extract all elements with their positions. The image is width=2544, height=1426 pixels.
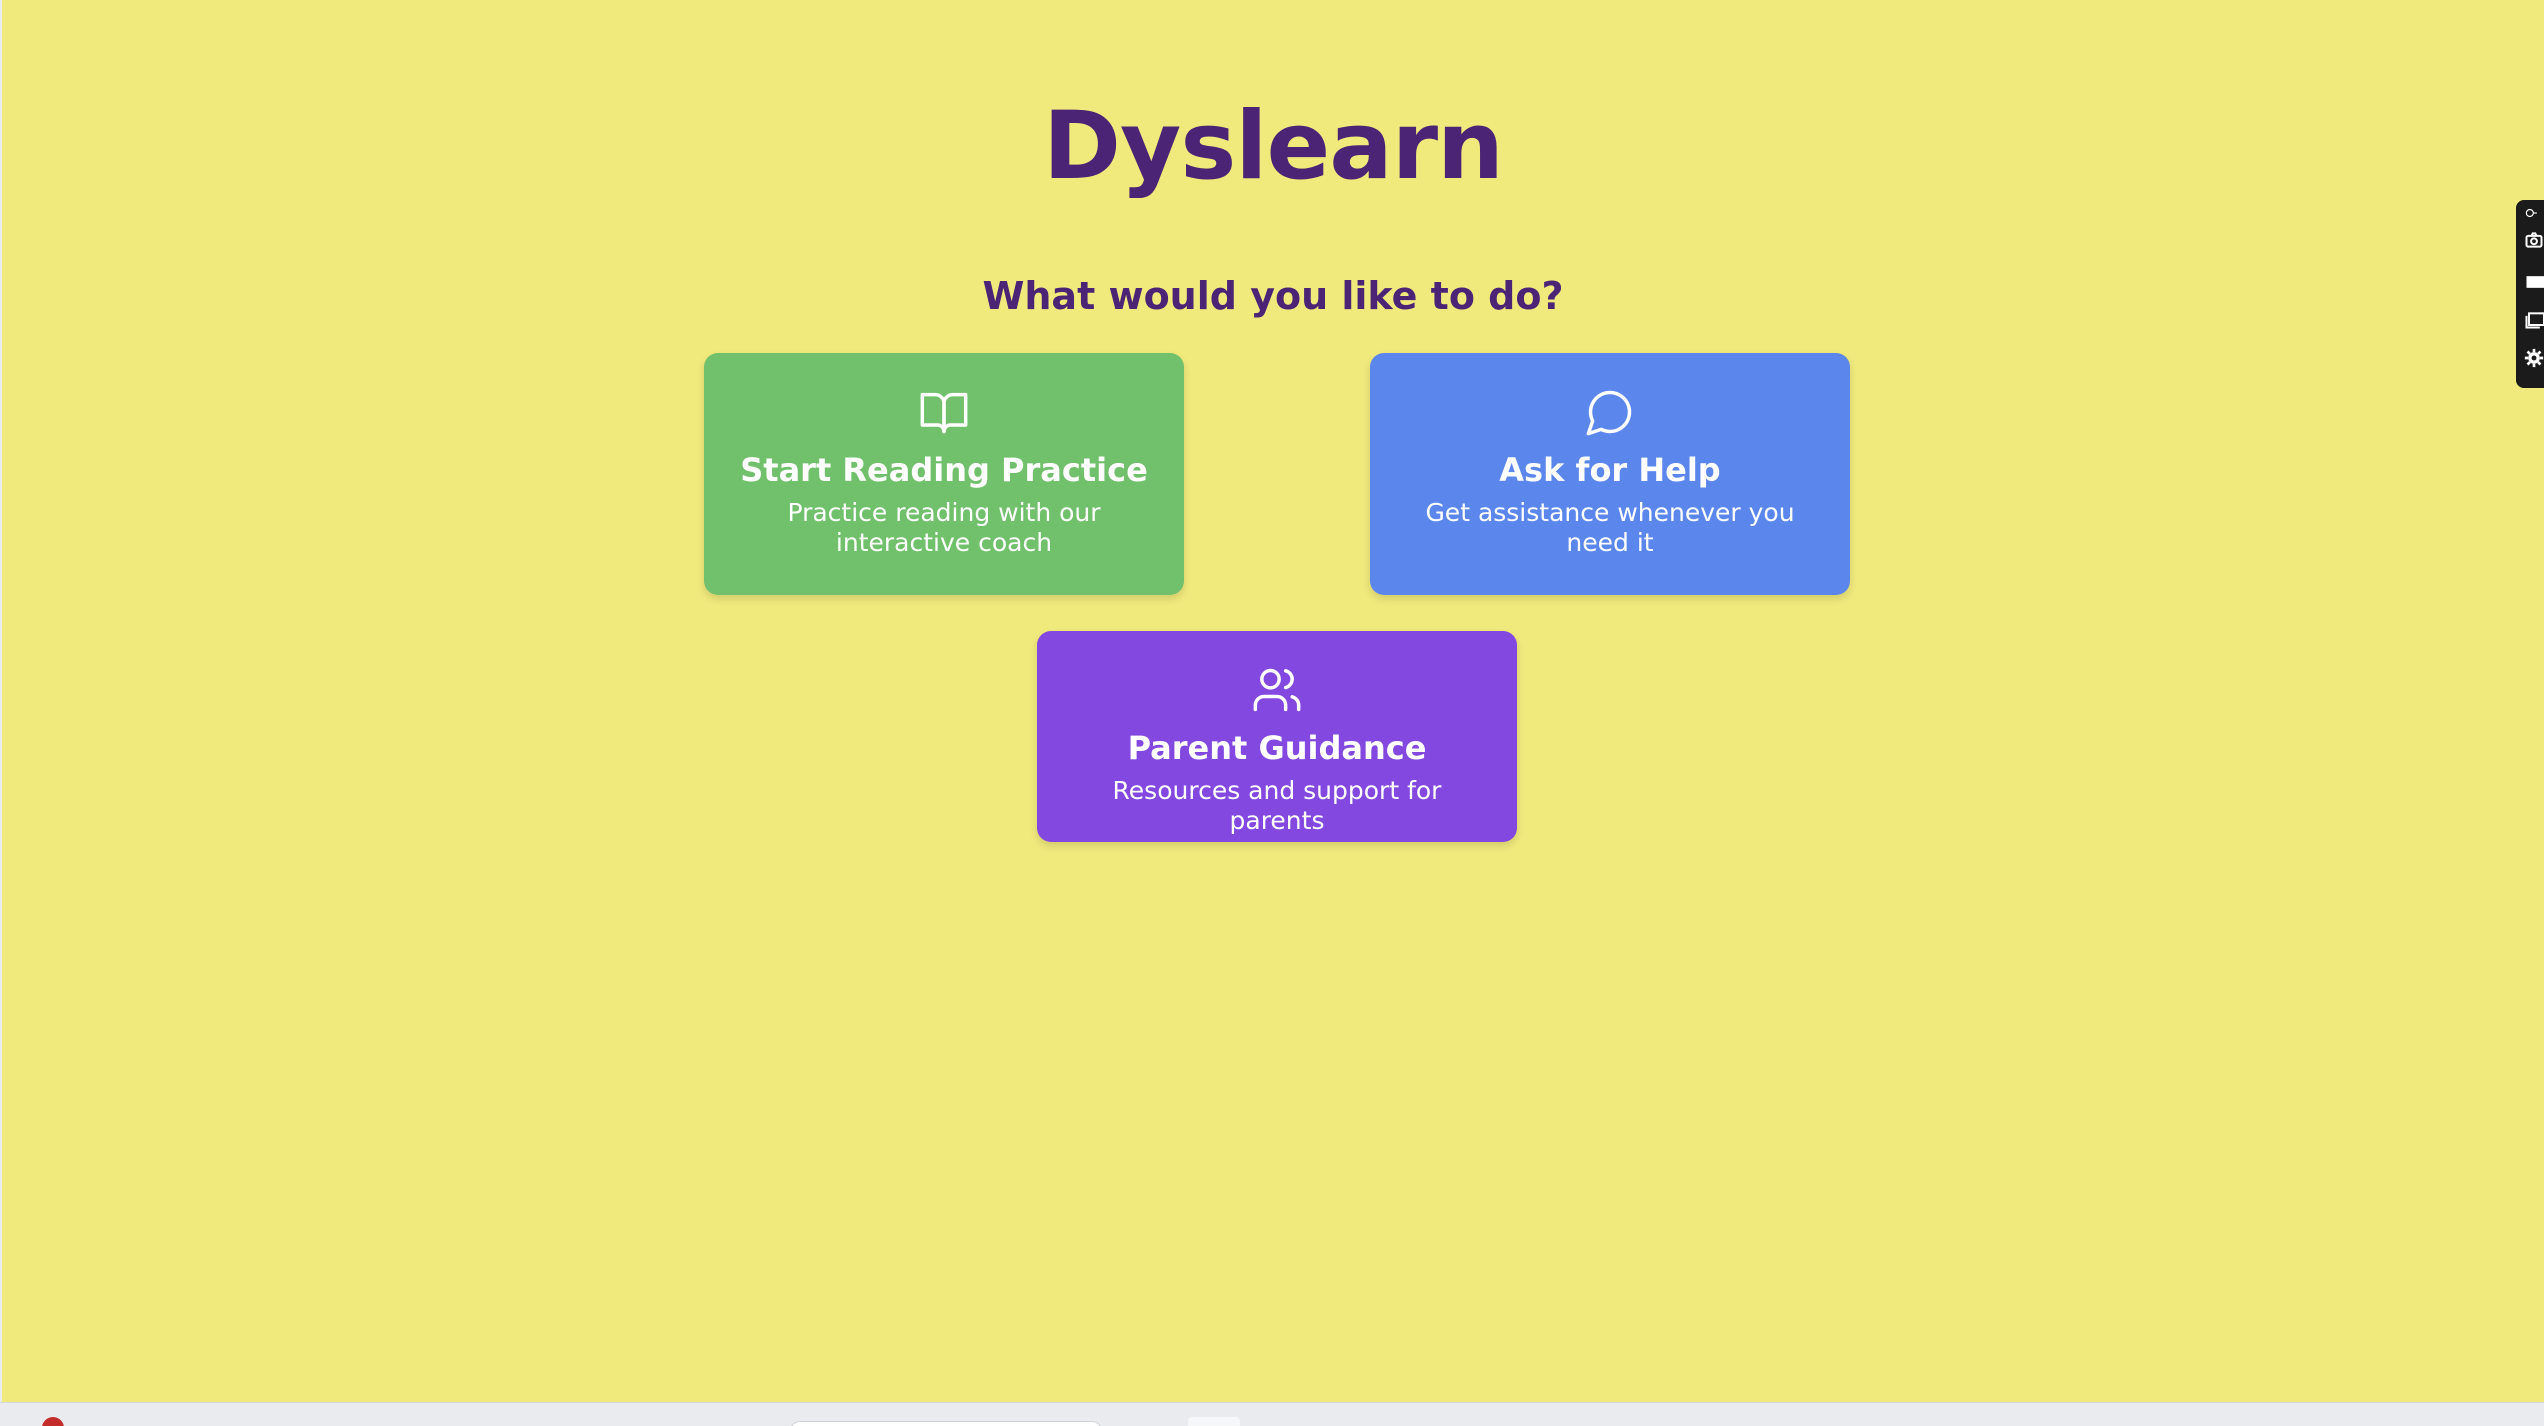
card-title: Start Reading Practice — [740, 451, 1148, 489]
gear-icon[interactable] — [2524, 348, 2544, 368]
taskbar — [0, 1402, 2544, 1426]
card-title: Parent Guidance — [1127, 729, 1427, 767]
rectangle-icon[interactable] — [2524, 272, 2544, 292]
ask-for-help-card[interactable]: Ask for Help Get assistance whenever you… — [1370, 353, 1850, 595]
parent-guidance-card[interactable]: Parent Guidance Resources and support fo… — [1037, 631, 1517, 842]
error-indicator-icon[interactable] — [42, 1417, 64, 1426]
app-title: Dyslearn — [1043, 92, 1504, 201]
taskbar-app-button[interactable] — [1188, 1417, 1240, 1426]
page-background: Dyslearn What would you like to do? Star… — [2, 0, 2544, 1402]
camera-icon[interactable] — [2524, 230, 2544, 250]
window-icon[interactable] — [2524, 310, 2544, 330]
start-reading-practice-card[interactable]: Start Reading Practice Practice reading … — [704, 353, 1184, 595]
card-description: Resources and support for parents — [1112, 776, 1442, 835]
card-description: Practice reading with our interactive co… — [787, 498, 1101, 557]
card-title: Ask for Help — [1499, 451, 1721, 489]
prompt-heading: What would you like to do? — [982, 274, 1564, 318]
card-description: Get assistance whenever you need it — [1425, 498, 1795, 557]
side-toolbar — [2516, 200, 2544, 388]
users-icon — [1253, 668, 1301, 712]
taskbar-search-box[interactable] — [790, 1421, 1102, 1426]
extension-icon[interactable] — [2524, 206, 2538, 220]
open-book-icon — [920, 392, 968, 434]
chat-bubble-icon — [1586, 390, 1632, 436]
